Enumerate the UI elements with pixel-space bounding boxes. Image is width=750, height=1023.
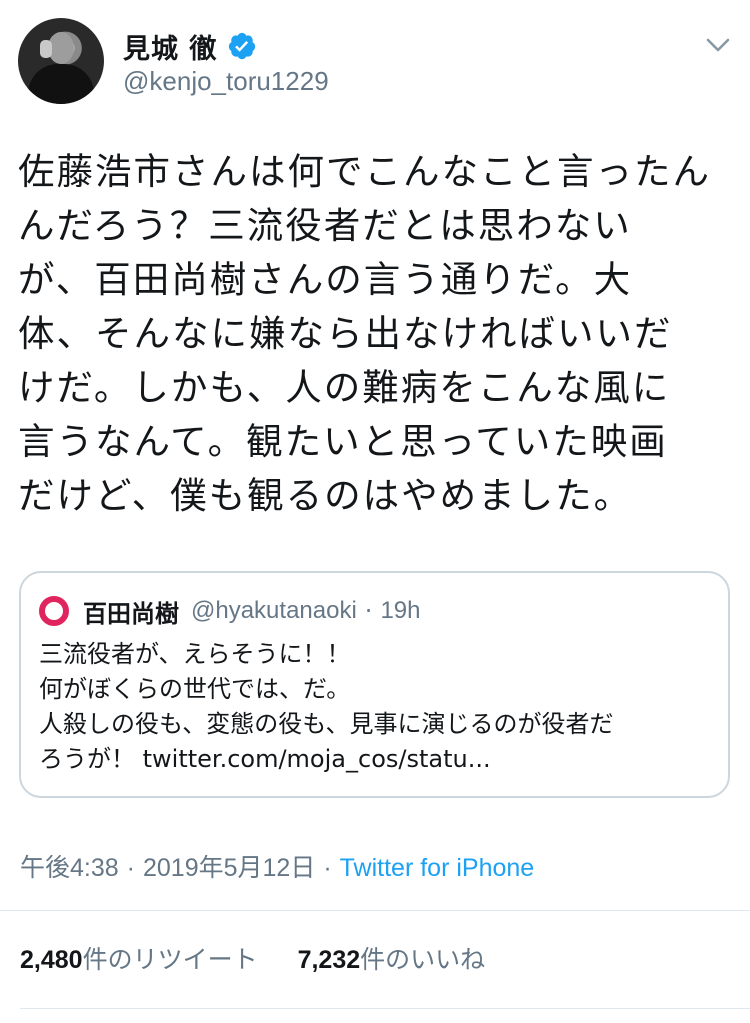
tweet-text-line: 体、そんなに嫌なら出なければいいだ	[18, 312, 673, 355]
retweets-label: 件のリツイート	[82, 945, 258, 974]
avatar-hand	[40, 40, 52, 58]
verified-badge-icon	[229, 32, 256, 60]
divider	[0, 910, 750, 911]
quoted-author-name: 百田尚樹	[83, 599, 179, 628]
avatar-suit	[28, 64, 94, 104]
tweet-time[interactable]: 午後4:38	[20, 854, 119, 882]
tweet-stats: 2,480件のリツイート 7,232件のいいね	[20, 940, 485, 976]
quoted-text-line: 三流役者が、えらそうに！！	[39, 640, 351, 668]
quoted-tweet-header: 百田尚樹 @hyakutanaoki · 19h	[39, 595, 421, 628]
tweet-text-line: 佐藤浩市さんは何でこんなこと言ったん	[18, 150, 711, 193]
divider	[20, 1008, 750, 1009]
name-row: 見城 徹	[123, 26, 257, 66]
quoted-tweet-time: 19h	[380, 597, 421, 624]
separator-dot: ·	[323, 854, 332, 882]
tweet-text-line: んだろう？三流役者だとは思わない	[18, 204, 632, 247]
tweet-text-line: だけど、僕も観るのはやめました。	[18, 474, 633, 517]
quoted-text-line: 何がぼくらの世代では、だ。	[39, 675, 351, 703]
separator-dot: ·	[364, 597, 373, 625]
tweet-text-line: 言うなんて。観たいと思っていた映画	[18, 420, 668, 463]
tweet-source-link[interactable]: Twitter for iPhone	[340, 854, 535, 882]
likes-count: 7,232	[297, 946, 361, 974]
likes-stat[interactable]: 7,232件のいいね	[298, 940, 486, 976]
quoted-text-line: 人殺しの役も、変態の役も、見事に演じるのが役者だ	[39, 710, 614, 738]
chevron-down-icon[interactable]	[705, 34, 731, 56]
retweets-stat[interactable]: 2,480件のリツイート	[20, 940, 258, 976]
author-handle[interactable]: @kenjo_toru1229	[123, 66, 329, 97]
tweet-text: 佐藤浩市さんは何でこんなこと言ったん んだろう？三流役者だとは思わない が、百田…	[18, 145, 734, 523]
tweet-meta: 午後4:38 · 2019年5月12日 · Twitter for iPhone	[20, 848, 534, 884]
author-avatar[interactable]	[18, 18, 104, 104]
quoted-author-handle: @hyakutanaoki	[191, 597, 357, 624]
likes-label: 件のいいね	[360, 945, 486, 974]
tweet-header: 見城 徹 @kenjo_toru1229	[0, 0, 750, 120]
separator-dot: ·	[126, 854, 135, 882]
tweet-date[interactable]: 2019年5月12日	[143, 854, 315, 882]
tweet-text-line: けだ。しかも、人の難病をこんな風に	[18, 366, 671, 409]
retweets-count: 2,480	[20, 946, 83, 974]
quoted-tweet-card[interactable]: 百田尚樹 @hyakutanaoki · 19h 三流役者が、えらそうに！！ 何…	[19, 571, 730, 798]
quoted-author-avatar	[39, 596, 69, 626]
quoted-text-line: ろうが！ twitter.com/moja_cos/statu...	[39, 745, 491, 773]
quoted-tweet-text: 三流役者が、えらそうに！！ 何がぼくらの世代では、だ。 人殺しの役も、変態の役も…	[39, 637, 719, 777]
tweet-text-line: が、百田尚樹さんの言う通りだ。大	[18, 258, 633, 301]
author-display-name[interactable]: 見城 徹	[123, 27, 217, 66]
